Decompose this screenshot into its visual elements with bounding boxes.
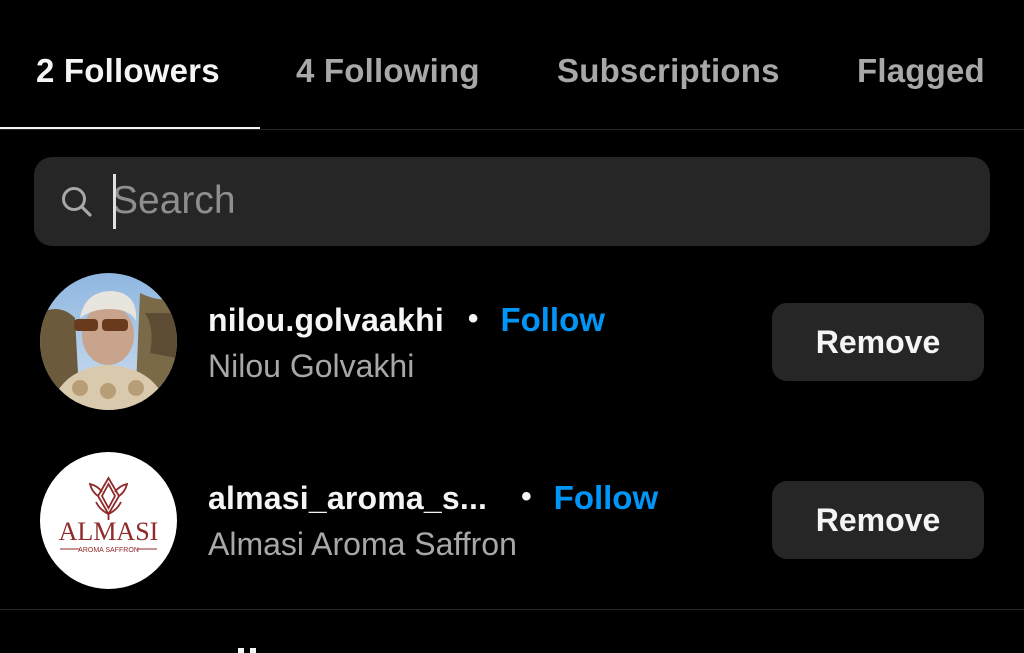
remove-button[interactable]: Remove (772, 303, 984, 381)
username[interactable]: nilou.golvaakhi (208, 302, 444, 338)
tab-subscriptions[interactable]: Subscriptions (557, 52, 780, 90)
remove-button[interactable]: Remove (772, 481, 984, 559)
text-cursor (113, 174, 116, 229)
svg-text:AROMA SAFFRON: AROMA SAFFRON (78, 547, 139, 554)
tab-flagged[interactable]: Flagged (857, 52, 985, 90)
tab-following[interactable]: 4 Following (296, 52, 480, 90)
list-item: nilou.golvaakhi • Follow Nilou Golvakhi Re… (0, 268, 1024, 418)
list-item: ALMASI AROMA SAFFRON almasi_aroma_s... • F… (0, 446, 1024, 596)
active-tab-indicator (0, 127, 260, 129)
username[interactable]: almasi_aroma_s... (208, 480, 487, 516)
follow-button[interactable]: Follow (554, 479, 658, 516)
avatar[interactable]: ALMASI AROMA SAFFRON (40, 452, 177, 589)
tab-bar: 2 Followers 4 Following Subscriptions Fl… (0, 0, 1024, 130)
full-name: Almasi Aroma Saffron (208, 526, 517, 562)
username-line: nilou.golvaakhi • Follow (208, 301, 605, 339)
full-name: Nilou Golvakhi (208, 348, 415, 384)
search-bar[interactable] (34, 157, 990, 246)
search-icon (59, 184, 95, 220)
follow-button[interactable]: Follow (500, 301, 604, 338)
next-item-peek (236, 641, 276, 653)
username-line: almasi_aroma_s... • Follow (208, 479, 658, 517)
almasi-logo: ALMASI AROMA SAFFRON (59, 476, 159, 554)
search-input[interactable] (112, 171, 962, 231)
tab-followers[interactable]: 2 Followers (36, 52, 220, 90)
list-divider (0, 609, 1024, 610)
separator-dot: • (521, 480, 532, 513)
svg-text:ALMASI: ALMASI (59, 517, 159, 546)
separator-dot: • (467, 302, 479, 335)
avatar[interactable] (40, 273, 177, 410)
